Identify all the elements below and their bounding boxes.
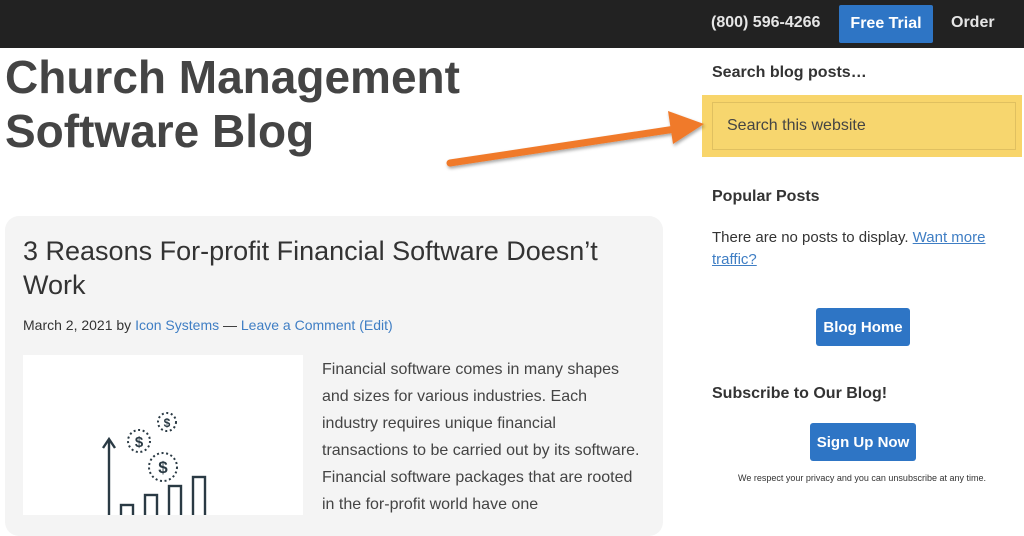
edit-link[interactable]: (Edit) [359,317,392,333]
popular-posts-heading: Popular Posts [712,188,820,205]
page-title: Church Management Software Blog [5,51,460,157]
post-featured-image[interactable]: $ $ $ [23,355,303,521]
top-bar: (800) 596-4266 Free Trial Order [0,0,1024,48]
svg-text:$: $ [135,434,144,451]
post-title-link[interactable]: 3 Reasons For-profit Financial Software … [23,234,643,302]
growth-chart-icon [102,436,207,521]
subscribe-heading: Subscribe to Our Blog! [712,385,888,402]
blog-home-button[interactable]: Blog Home [816,308,910,346]
order-link[interactable]: Order [951,14,995,32]
post-excerpt: Financial software comes in many shapes … [322,361,640,513]
search-input[interactable] [712,102,1016,150]
meta-separator: — [223,317,237,333]
post-by: by [116,317,132,333]
post-date: March 2, 2021 [23,317,113,333]
no-posts-message: There are no posts to display. [712,229,909,246]
author-link[interactable]: Icon Systems [135,317,219,333]
free-trial-button[interactable]: Free Trial [839,5,933,43]
phone-number-link[interactable]: (800) 596-4266 [711,14,820,32]
search-heading: Search blog posts… [712,64,867,81]
svg-text:$: $ [164,416,171,430]
post-meta: March 2, 2021 by Icon Systems — Leave a … [23,317,393,333]
svg-text:$: $ [158,458,168,477]
sign-up-now-button[interactable]: Sign Up Now [810,423,916,461]
leave-comment-link[interactable]: Leave a Comment [241,317,355,333]
privacy-note: We respect your privacy and you can unsu… [738,473,986,483]
popular-posts-text: There are no posts to display. Want more… [712,227,1002,271]
